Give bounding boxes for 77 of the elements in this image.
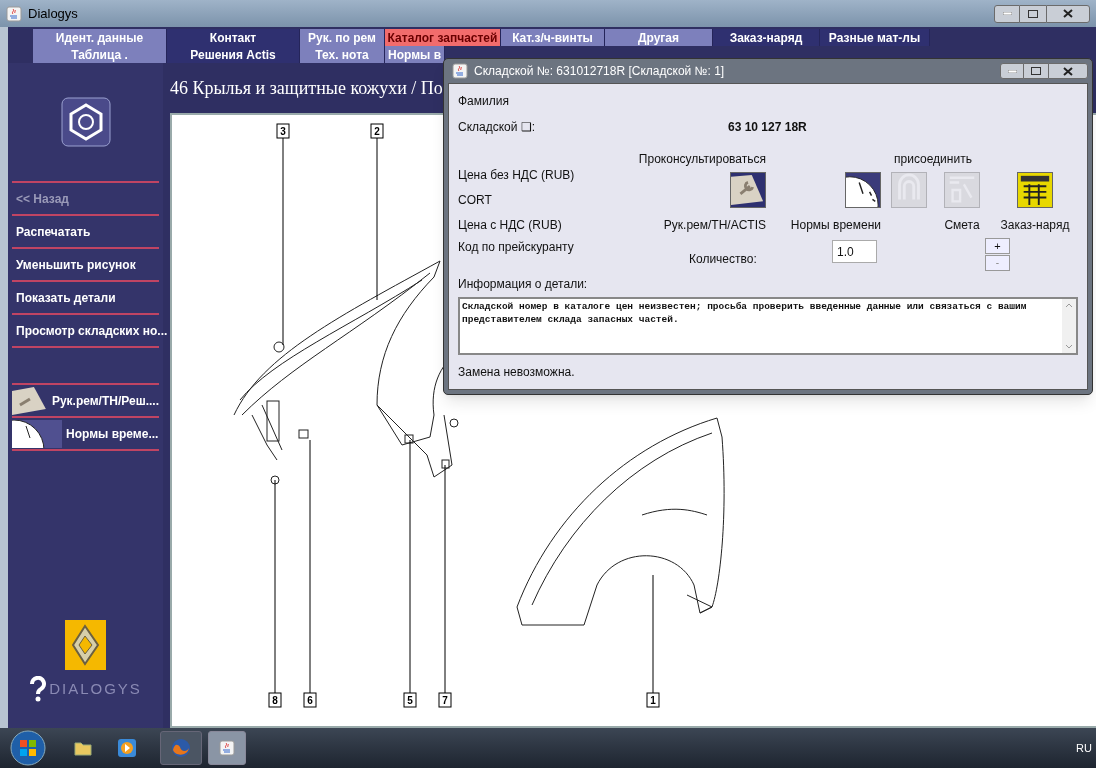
nav-tab[interactable]: Кат.з/ч-винты	[501, 29, 605, 46]
callout-label: 3	[276, 123, 290, 139]
hex-nut-icon	[60, 97, 111, 147]
clock-icon[interactable]	[12, 419, 62, 448]
browser-icon	[171, 738, 191, 758]
nav-tab[interactable]: Заказ-наряд	[713, 29, 820, 46]
field-label: Складской ❑:	[458, 119, 537, 136]
order-form-icon[interactable]	[1017, 172, 1053, 208]
wrench-icon[interactable]	[730, 172, 766, 208]
play-icon[interactable]	[118, 739, 136, 757]
close-icon	[1063, 9, 1073, 18]
nav-tab[interactable]: Каталог запчастей	[385, 29, 501, 46]
field-label: Фамилия	[458, 93, 510, 110]
field-label: Цена без НДС (RUB)	[458, 167, 576, 184]
java-icon	[6, 5, 22, 22]
nav-tab[interactable]: Разные мат-лы	[820, 29, 930, 46]
language-indicator[interactable]: RU	[1076, 739, 1092, 757]
minimize-icon	[1007, 69, 1017, 73]
question-mark-icon	[29, 676, 48, 702]
callout-label: 7	[438, 692, 452, 708]
action-label: Нормы времени	[790, 217, 881, 234]
page-title: 46 Крылья и защитные кожухи / По	[170, 76, 443, 100]
start-orb-icon[interactable]	[8, 729, 48, 767]
close-button[interactable]	[1046, 4, 1090, 23]
java-icon	[219, 740, 235, 756]
minimize-icon	[1002, 12, 1012, 15]
window-title: Dialogys	[28, 4, 78, 23]
nav-tab[interactable]: Контакт	[167, 29, 300, 46]
sidebar-tool-link[interactable]: Рук.рем/TH/Реш....	[51, 391, 159, 410]
maximize-button[interactable]	[1020, 4, 1046, 23]
maximize-button[interactable]	[1024, 63, 1048, 79]
nav-tab[interactable]: Нормы в	[385, 46, 445, 63]
part-number: 63 10 127 18R	[728, 119, 807, 136]
sidebar-link[interactable]: Просмотр складских но...	[12, 321, 172, 340]
clock-icon[interactable]	[845, 172, 881, 208]
info-text: Складской номер в каталоге цен неизвестен; просьба проверить введенные данные или связаться с вашим представителем склада запасных частей.	[462, 301, 1027, 325]
sidebar-link[interactable]: Распечатать	[12, 222, 95, 241]
callout-label: 2	[370, 123, 384, 139]
section-label: присоединить	[893, 151, 973, 168]
sidebar-link[interactable]: Уменьшить рисунок	[12, 255, 140, 274]
taskbar-button[interactable]	[160, 731, 202, 765]
folder-icon[interactable]	[74, 740, 92, 756]
field-label: Цена с НДС (RUB)	[458, 217, 563, 234]
nav-tab[interactable]: Тех. нота	[300, 46, 385, 63]
close-button[interactable]	[1048, 63, 1088, 79]
field-label: Код по прейскуранту	[458, 239, 575, 256]
nav-tab[interactable]: Решения Actis	[167, 46, 300, 63]
taskbar-button[interactable]	[208, 731, 246, 765]
action-label: Рук.рем/TH/ACTIS	[663, 217, 766, 234]
callout-label: 6	[303, 692, 317, 708]
increment-button[interactable]: +	[985, 238, 1010, 254]
callout-label: 1	[646, 692, 660, 708]
section-label: Проконсультироваться	[637, 151, 766, 168]
brand-name: DIALOGYS	[49, 678, 142, 699]
action-label: Смета	[944, 217, 980, 234]
callout-label: 8	[268, 692, 282, 708]
field-label: Количество:	[689, 251, 758, 268]
nav-tab[interactable]: Таблица .	[33, 46, 167, 63]
diamond-logo	[65, 620, 106, 670]
section-label: Информация о детали:	[458, 276, 589, 293]
wrench-icon[interactable]	[12, 386, 48, 415]
java-icon	[452, 63, 468, 79]
sidebar-link[interactable]: Показать детали	[12, 288, 120, 307]
field-label: CORT	[458, 192, 493, 209]
maximize-icon	[1031, 67, 1041, 75]
nav-tab[interactable]: Идент. данные	[33, 29, 167, 46]
status-text: Замена невозможна.	[458, 364, 576, 381]
callout-label: 5	[403, 692, 417, 708]
action-label: Заказ-наряд	[1000, 217, 1070, 234]
quantity-field[interactable]: 1.0	[832, 240, 877, 263]
dialog-title: Складской №: 631012718R [Складской №: 1]	[474, 63, 725, 80]
maximize-icon	[1028, 9, 1038, 18]
close-icon	[1063, 66, 1073, 76]
sidebar-tool-link[interactable]: Нормы време...	[66, 424, 159, 443]
info-text-area[interactable]: Складской номер в каталоге цен неизвестен; просьба проверить введенные данные или связаться с вашим представителем склада запасных частей.	[458, 297, 1078, 355]
nav-tab[interactable]: Рук. по рем	[300, 29, 385, 46]
nav-tab[interactable]: Другая	[605, 29, 713, 46]
